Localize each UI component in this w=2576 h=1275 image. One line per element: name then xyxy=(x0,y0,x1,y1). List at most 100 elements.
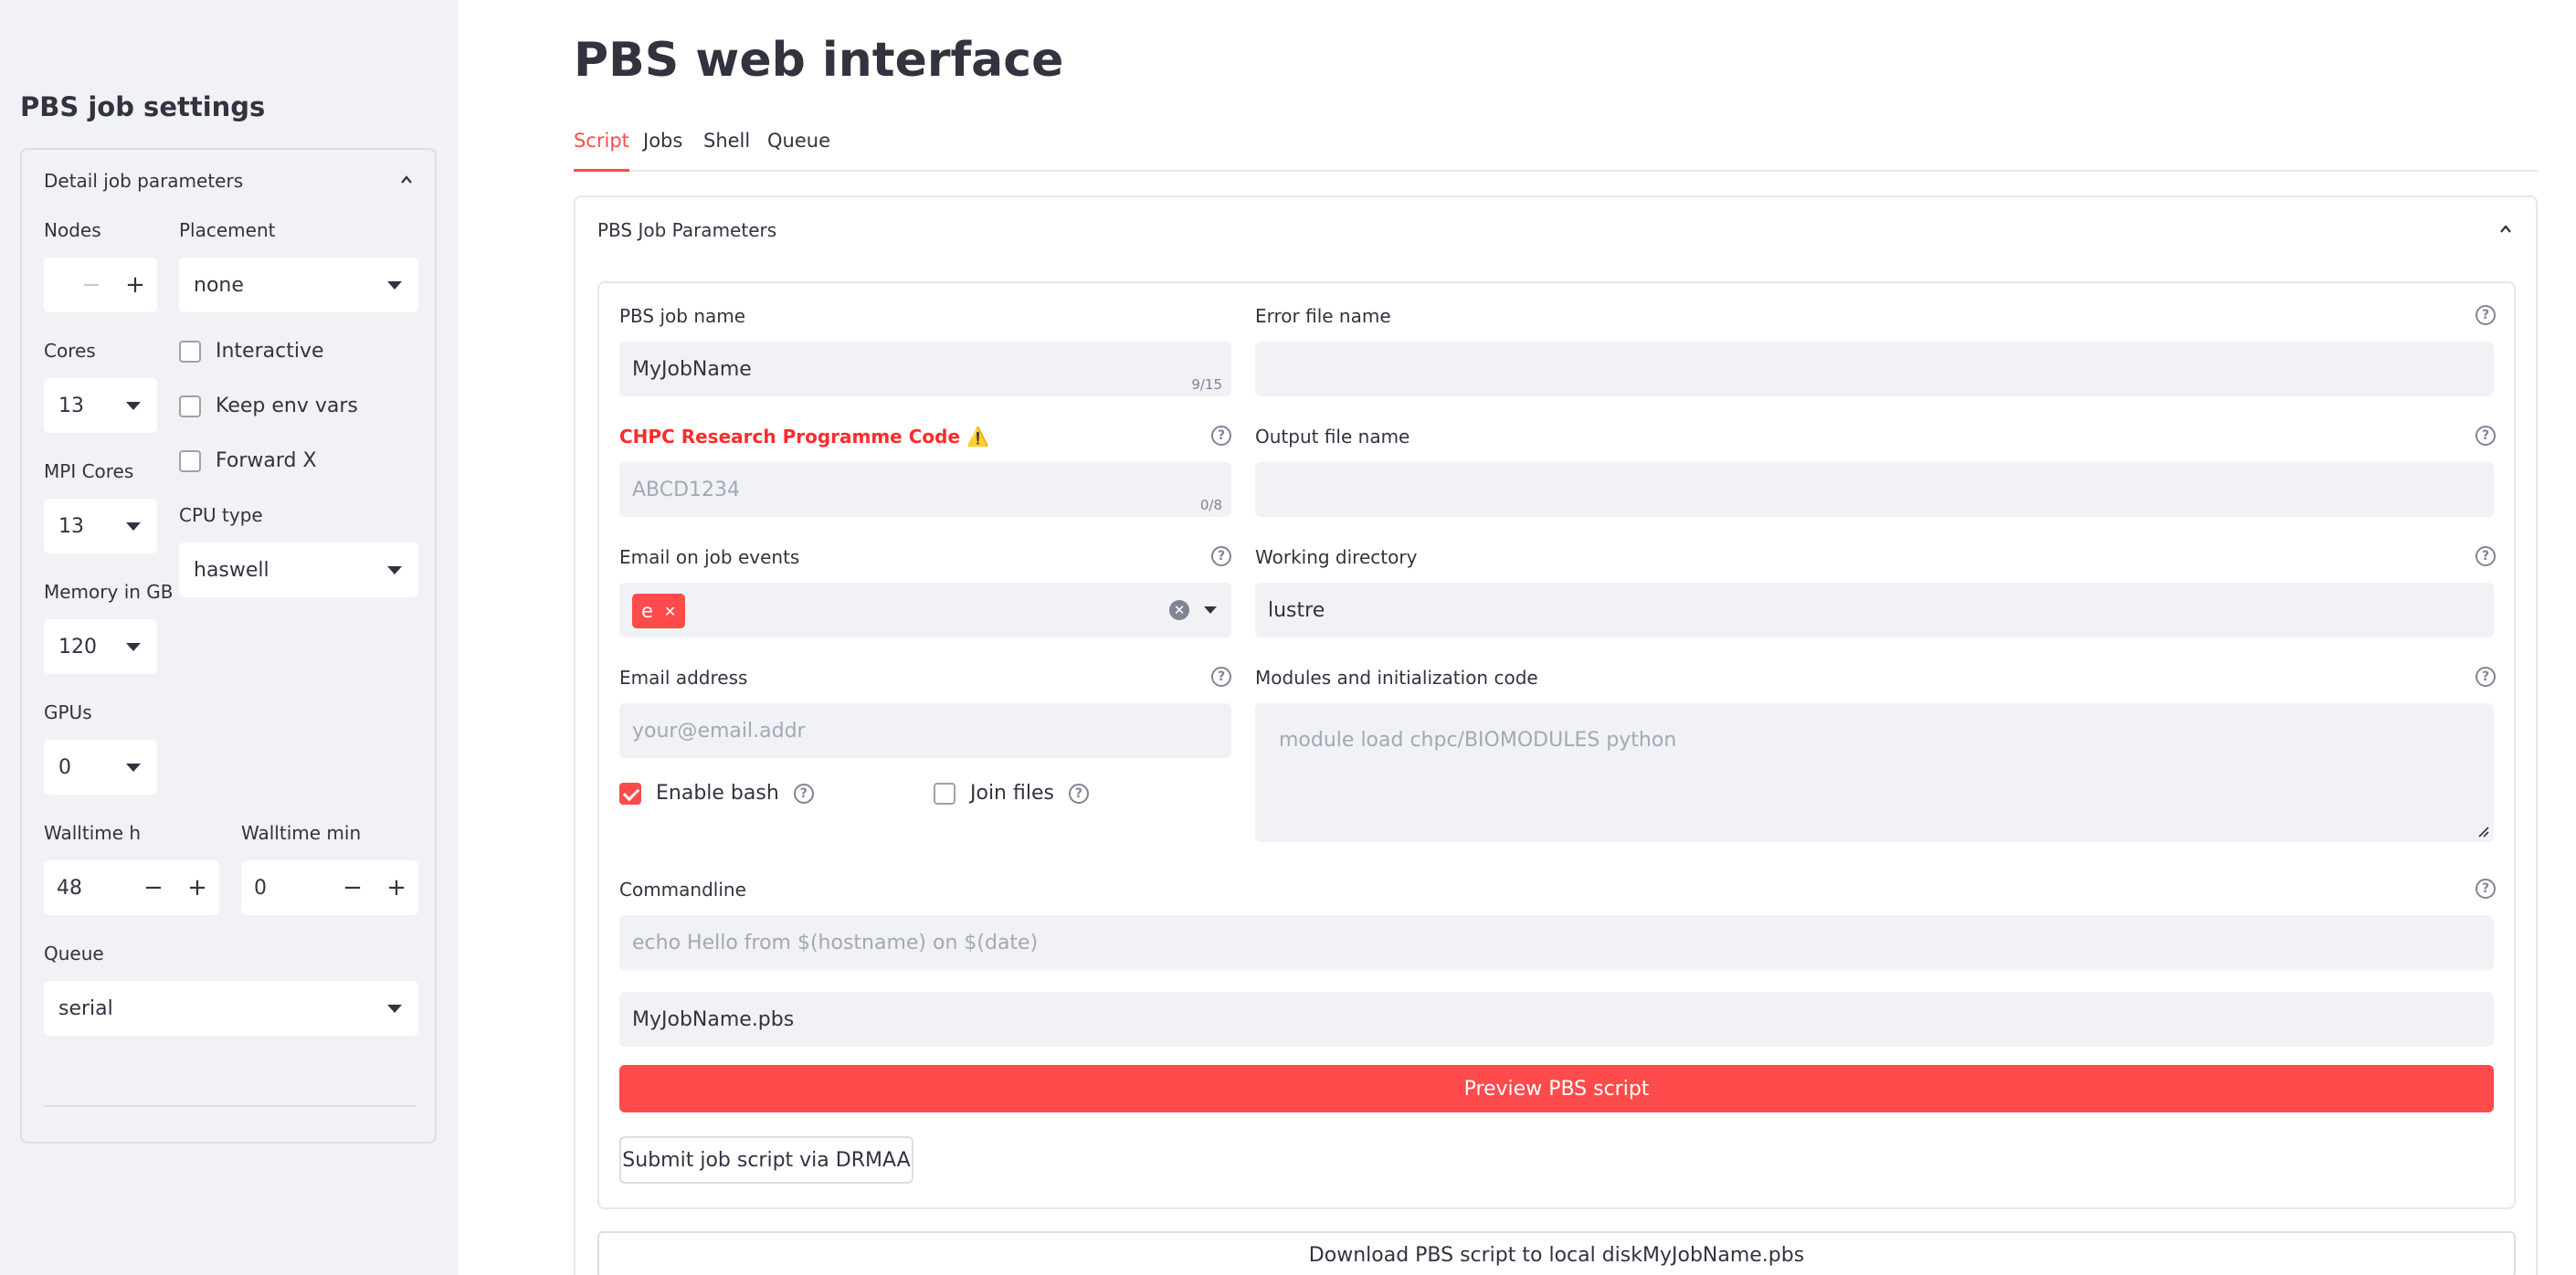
nodes-minus-icon[interactable]: − xyxy=(69,258,113,312)
research-code-label-text: CHPC Research Programme Code xyxy=(619,426,961,448)
job-name-input[interactable]: MyJobName 9/15 xyxy=(619,342,1231,396)
checkbox-box[interactable] xyxy=(934,782,955,805)
caret-down-icon xyxy=(126,402,141,410)
walltime-h-minus-icon[interactable]: − xyxy=(132,860,175,915)
walltime-min-stepper[interactable]: 0 − + xyxy=(241,860,418,915)
caret-down-icon xyxy=(387,566,402,574)
tab-queue[interactable]: Queue xyxy=(767,130,830,172)
working-dir-input[interactable]: lustre xyxy=(1255,583,2494,638)
help-icon[interactable]: ? xyxy=(2476,667,2496,687)
research-code-input[interactable]: ABCD1234 0/8 xyxy=(619,462,1231,517)
research-code-label: CHPC Research Programme Code ⚠️ xyxy=(619,426,989,448)
walltime-h-value[interactable]: 48 xyxy=(57,877,82,900)
cpu-type-label: CPU type xyxy=(179,504,263,526)
placement-value: none xyxy=(194,273,244,297)
chevron-up-icon[interactable] xyxy=(400,174,413,186)
interactive-checkbox[interactable]: Interactive xyxy=(179,340,324,363)
help-icon[interactable]: ? xyxy=(1211,426,1231,446)
cpu-type-value: haswell xyxy=(194,558,269,582)
output-file-label: Output file name xyxy=(1255,426,1410,448)
gpus-select[interactable]: 0 xyxy=(44,740,157,795)
walltime-min-label: Walltime min xyxy=(241,822,362,844)
queue-label: Queue xyxy=(44,943,104,964)
tab-script[interactable]: Script xyxy=(574,130,629,172)
email-address-input[interactable]: your@email.addr xyxy=(619,703,1231,758)
nodes-plus-icon[interactable]: + xyxy=(113,258,157,312)
resize-handle-icon[interactable] xyxy=(2476,824,2490,838)
help-icon[interactable]: ? xyxy=(1068,783,1089,804)
cpu-type-select[interactable]: haswell xyxy=(179,543,418,597)
walltime-h-label: Walltime h xyxy=(44,822,142,844)
job-name-label: PBS job name xyxy=(619,305,746,327)
forward-x-label: Forward X xyxy=(216,449,317,472)
tab-jobs[interactable]: Jobs xyxy=(643,130,682,172)
help-icon[interactable]: ? xyxy=(793,783,814,804)
caret-down-icon xyxy=(126,643,141,651)
caret-down-icon[interactable] xyxy=(1204,606,1217,614)
memory-select[interactable]: 120 xyxy=(44,619,157,674)
chevron-up-icon[interactable] xyxy=(2499,223,2512,236)
sidebar-divider xyxy=(44,1105,417,1107)
join-files-checkbox[interactable]: Join files ? xyxy=(934,782,1089,805)
email-events-multiselect[interactable]: e ✕ ✕ xyxy=(619,583,1231,638)
checkbox-box[interactable] xyxy=(179,340,201,363)
script-filename-input[interactable]: MyJobName.pbs xyxy=(619,992,2494,1047)
output-file-input[interactable] xyxy=(1255,462,2494,517)
script-filename-value: MyJobName.pbs xyxy=(632,1007,795,1031)
help-icon[interactable]: ? xyxy=(1211,546,1231,566)
help-icon[interactable]: ? xyxy=(2476,426,2496,446)
email-event-tag[interactable]: e ✕ xyxy=(632,594,686,628)
checkbox-box[interactable] xyxy=(619,782,641,805)
mpi-cores-select[interactable]: 13 xyxy=(44,499,157,553)
working-dir-value: lustre xyxy=(1268,598,1325,622)
cores-value: 13 xyxy=(58,394,84,417)
pbs-job-parameters-header[interactable]: PBS Job Parameters xyxy=(597,219,776,241)
clear-icon[interactable]: ✕ xyxy=(1169,600,1189,620)
job-name-counter: 9/15 xyxy=(1191,376,1222,393)
forward-x-checkbox[interactable]: Forward X xyxy=(179,449,317,472)
research-code-counter: 0/8 xyxy=(1199,497,1222,513)
tab-shell[interactable]: Shell xyxy=(703,130,750,172)
help-icon[interactable]: ? xyxy=(2476,546,2496,566)
sidebar-title: PBS job settings xyxy=(20,91,266,122)
walltime-min-minus-icon[interactable]: − xyxy=(331,860,375,915)
cores-select[interactable]: 13 xyxy=(44,378,157,433)
nodes-stepper[interactable]: − + xyxy=(44,258,157,312)
commandline-input[interactable]: echo Hello from $(hostname) on $(date) xyxy=(619,915,2494,970)
modules-placeholder: module load chpc/BIOMODULES python xyxy=(1279,729,1677,752)
checkbox-box[interactable] xyxy=(179,449,201,472)
modules-textarea[interactable]: module load chpc/BIOMODULES python xyxy=(1255,703,2494,842)
queue-value: serial xyxy=(58,996,113,1020)
download-pbs-script-button[interactable]: Download PBS script to local diskMyJobNa… xyxy=(597,1231,2516,1275)
gpus-label: GPUs xyxy=(44,701,92,723)
email-address-placeholder: your@email.addr xyxy=(632,719,806,743)
help-icon[interactable]: ? xyxy=(2476,879,2496,899)
walltime-min-value[interactable]: 0 xyxy=(254,877,267,900)
caret-down-icon xyxy=(387,1005,402,1013)
caret-down-icon xyxy=(126,764,141,772)
queue-select[interactable]: serial xyxy=(44,981,418,1036)
email-address-label: Email address xyxy=(619,667,748,689)
interactive-label: Interactive xyxy=(216,340,324,363)
placement-select[interactable]: none xyxy=(179,258,418,312)
help-icon[interactable]: ? xyxy=(2476,305,2496,325)
help-icon[interactable]: ? xyxy=(1211,667,1231,687)
join-files-label: Join files xyxy=(970,782,1054,805)
enable-bash-checkbox[interactable]: Enable bash ? xyxy=(619,782,814,805)
walltime-h-plus-icon[interactable]: + xyxy=(175,860,219,915)
keep-env-vars-checkbox[interactable]: Keep env vars xyxy=(179,395,358,417)
detail-job-parameters-header[interactable]: Detail job parameters xyxy=(44,170,243,192)
email-events-label: Email on job events xyxy=(619,546,800,568)
preview-pbs-script-button[interactable]: Preview PBS script xyxy=(619,1065,2494,1112)
sidebar: PBS job settings Detail job parameters N… xyxy=(0,0,459,1275)
pbs-job-parameters-expander: PBS Job Parameters PBS job name MyJobNam… xyxy=(574,195,2538,1275)
walltime-h-stepper[interactable]: 48 − + xyxy=(44,860,219,915)
checkbox-box[interactable] xyxy=(179,395,201,417)
submit-job-script-button[interactable]: Submit job script via DRMAA xyxy=(619,1136,913,1184)
cores-label: Cores xyxy=(44,340,96,362)
tag-close-icon[interactable]: ✕ xyxy=(664,603,676,620)
commandline-placeholder: echo Hello from $(hostname) on $(date) xyxy=(632,931,1039,954)
error-file-input[interactable] xyxy=(1255,342,2494,396)
walltime-min-plus-icon[interactable]: + xyxy=(375,860,418,915)
caret-down-icon xyxy=(126,522,141,531)
